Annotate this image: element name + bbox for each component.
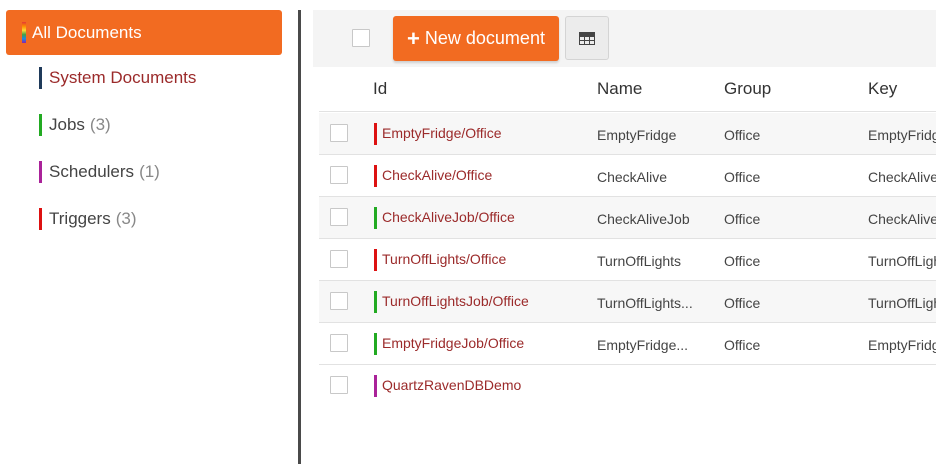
cell-group: Office [724,211,761,227]
document-id-link[interactable]: QuartzRavenDBDemo [382,377,521,393]
cell-key: TurnOffLights [868,253,936,269]
row-checkbox[interactable] [330,166,348,184]
sidebar-item-all-documents[interactable]: All Documents [6,10,282,55]
sidebar-item-label: System Documents [49,68,197,87]
row-checkbox[interactable] [330,334,348,352]
column-header-group[interactable]: Group [724,79,771,99]
sidebar-item-system-documents[interactable]: System Documents [39,66,196,90]
cell-group: Office [724,127,761,143]
collection-color-marker [374,207,377,229]
collection-color-marker [374,333,377,355]
sidebar: All Documents System Documents Jobs (3) … [0,0,298,464]
sidebar-item-label: Jobs [49,115,85,134]
column-header-name[interactable]: Name [597,79,642,99]
cell-group: Office [724,337,761,353]
collection-color-marker [374,375,377,397]
collection-color-marker [374,249,377,271]
cell-key: CheckAliveJob [868,211,936,227]
document-id-link[interactable]: CheckAlive/Office [382,167,492,183]
plus-icon: + [407,25,420,51]
row-checkbox[interactable] [330,376,348,394]
sidebar-item-schedulers[interactable]: Schedulers (1) [39,160,160,184]
collection-color-marker [39,114,42,136]
cell-name: CheckAliveJob [597,211,690,227]
new-document-label: New document [424,28,545,48]
sidebar-item-label: All Documents [32,22,142,42]
sidebar-item-jobs[interactable]: Jobs (3) [39,113,111,137]
cell-group: Office [724,295,761,311]
sidebar-item-label: Schedulers [49,162,135,181]
document-id-link[interactable]: EmptyFridgeJob/Office [382,335,524,351]
row-checkbox[interactable] [330,208,348,226]
collection-color-marker [374,123,377,145]
document-id-link[interactable]: EmptyFridge/Office [382,125,502,141]
cell-name: EmptyFridge [597,127,677,143]
cell-key: TurnOffLightsJob [868,295,936,311]
table-row[interactable]: CheckAlive/Office CheckAlive Office Chec… [319,155,936,197]
table-row[interactable]: EmptyFridge/Office EmptyFridge Office Em… [319,113,936,155]
document-id-link[interactable]: TurnOffLights/Office [382,251,506,267]
row-checkbox[interactable] [330,124,348,142]
table-view-button[interactable] [565,16,609,60]
collection-color-marker [39,161,42,183]
sidebar-item-count: (3) [89,115,111,134]
document-id-link[interactable]: TurnOffLightsJob/Office [382,293,529,309]
cell-key: EmptyFridgeJob [868,337,936,353]
rainbow-marker-icon [22,22,26,43]
sidebar-item-label: Triggers [49,209,111,228]
table-row[interactable]: EmptyFridgeJob/Office EmptyFridge... Off… [319,323,936,365]
collection-color-marker [374,165,377,187]
table-row[interactable]: CheckAliveJob/Office CheckAliveJob Offic… [319,197,936,239]
cell-group: Office [724,169,761,185]
cell-key: EmptyFridge [868,127,936,143]
row-checkbox[interactable] [330,250,348,268]
cell-name: TurnOffLights... [597,295,693,311]
cell-group: Office [724,253,761,269]
cell-name: TurnOffLights [597,253,682,269]
toolbar: + New document [313,10,936,67]
collection-color-marker [374,291,377,313]
table-row[interactable]: QuartzRavenDBDemo [319,365,936,407]
pane-divider[interactable] [298,10,301,464]
table-grid-icon [579,31,595,45]
document-id-link[interactable]: CheckAliveJob/Office [382,209,515,225]
sidebar-item-triggers[interactable]: Triggers (3) [39,207,137,231]
table-row[interactable]: TurnOffLightsJob/Office TurnOffLights...… [319,281,936,323]
collection-color-marker [39,67,42,89]
sidebar-item-count: (3) [115,209,137,228]
table-row[interactable]: TurnOffLights/Office TurnOffLights Offic… [319,239,936,281]
row-checkbox[interactable] [330,292,348,310]
cell-name: CheckAlive [597,169,668,185]
new-document-button[interactable]: + New document [393,16,559,61]
column-header-id[interactable]: Id [373,79,387,99]
select-all-checkbox[interactable] [352,29,370,47]
column-header-key[interactable]: Key [868,79,897,99]
cell-key: CheckAlive [868,169,936,185]
table-header: Id Name Group Key [319,67,936,112]
documents-panel: + New document Id Name Group Key EmptyFr… [313,10,936,464]
sidebar-item-count: (1) [139,162,160,181]
cell-name: EmptyFridge... [597,337,689,353]
collection-color-marker [39,208,42,230]
